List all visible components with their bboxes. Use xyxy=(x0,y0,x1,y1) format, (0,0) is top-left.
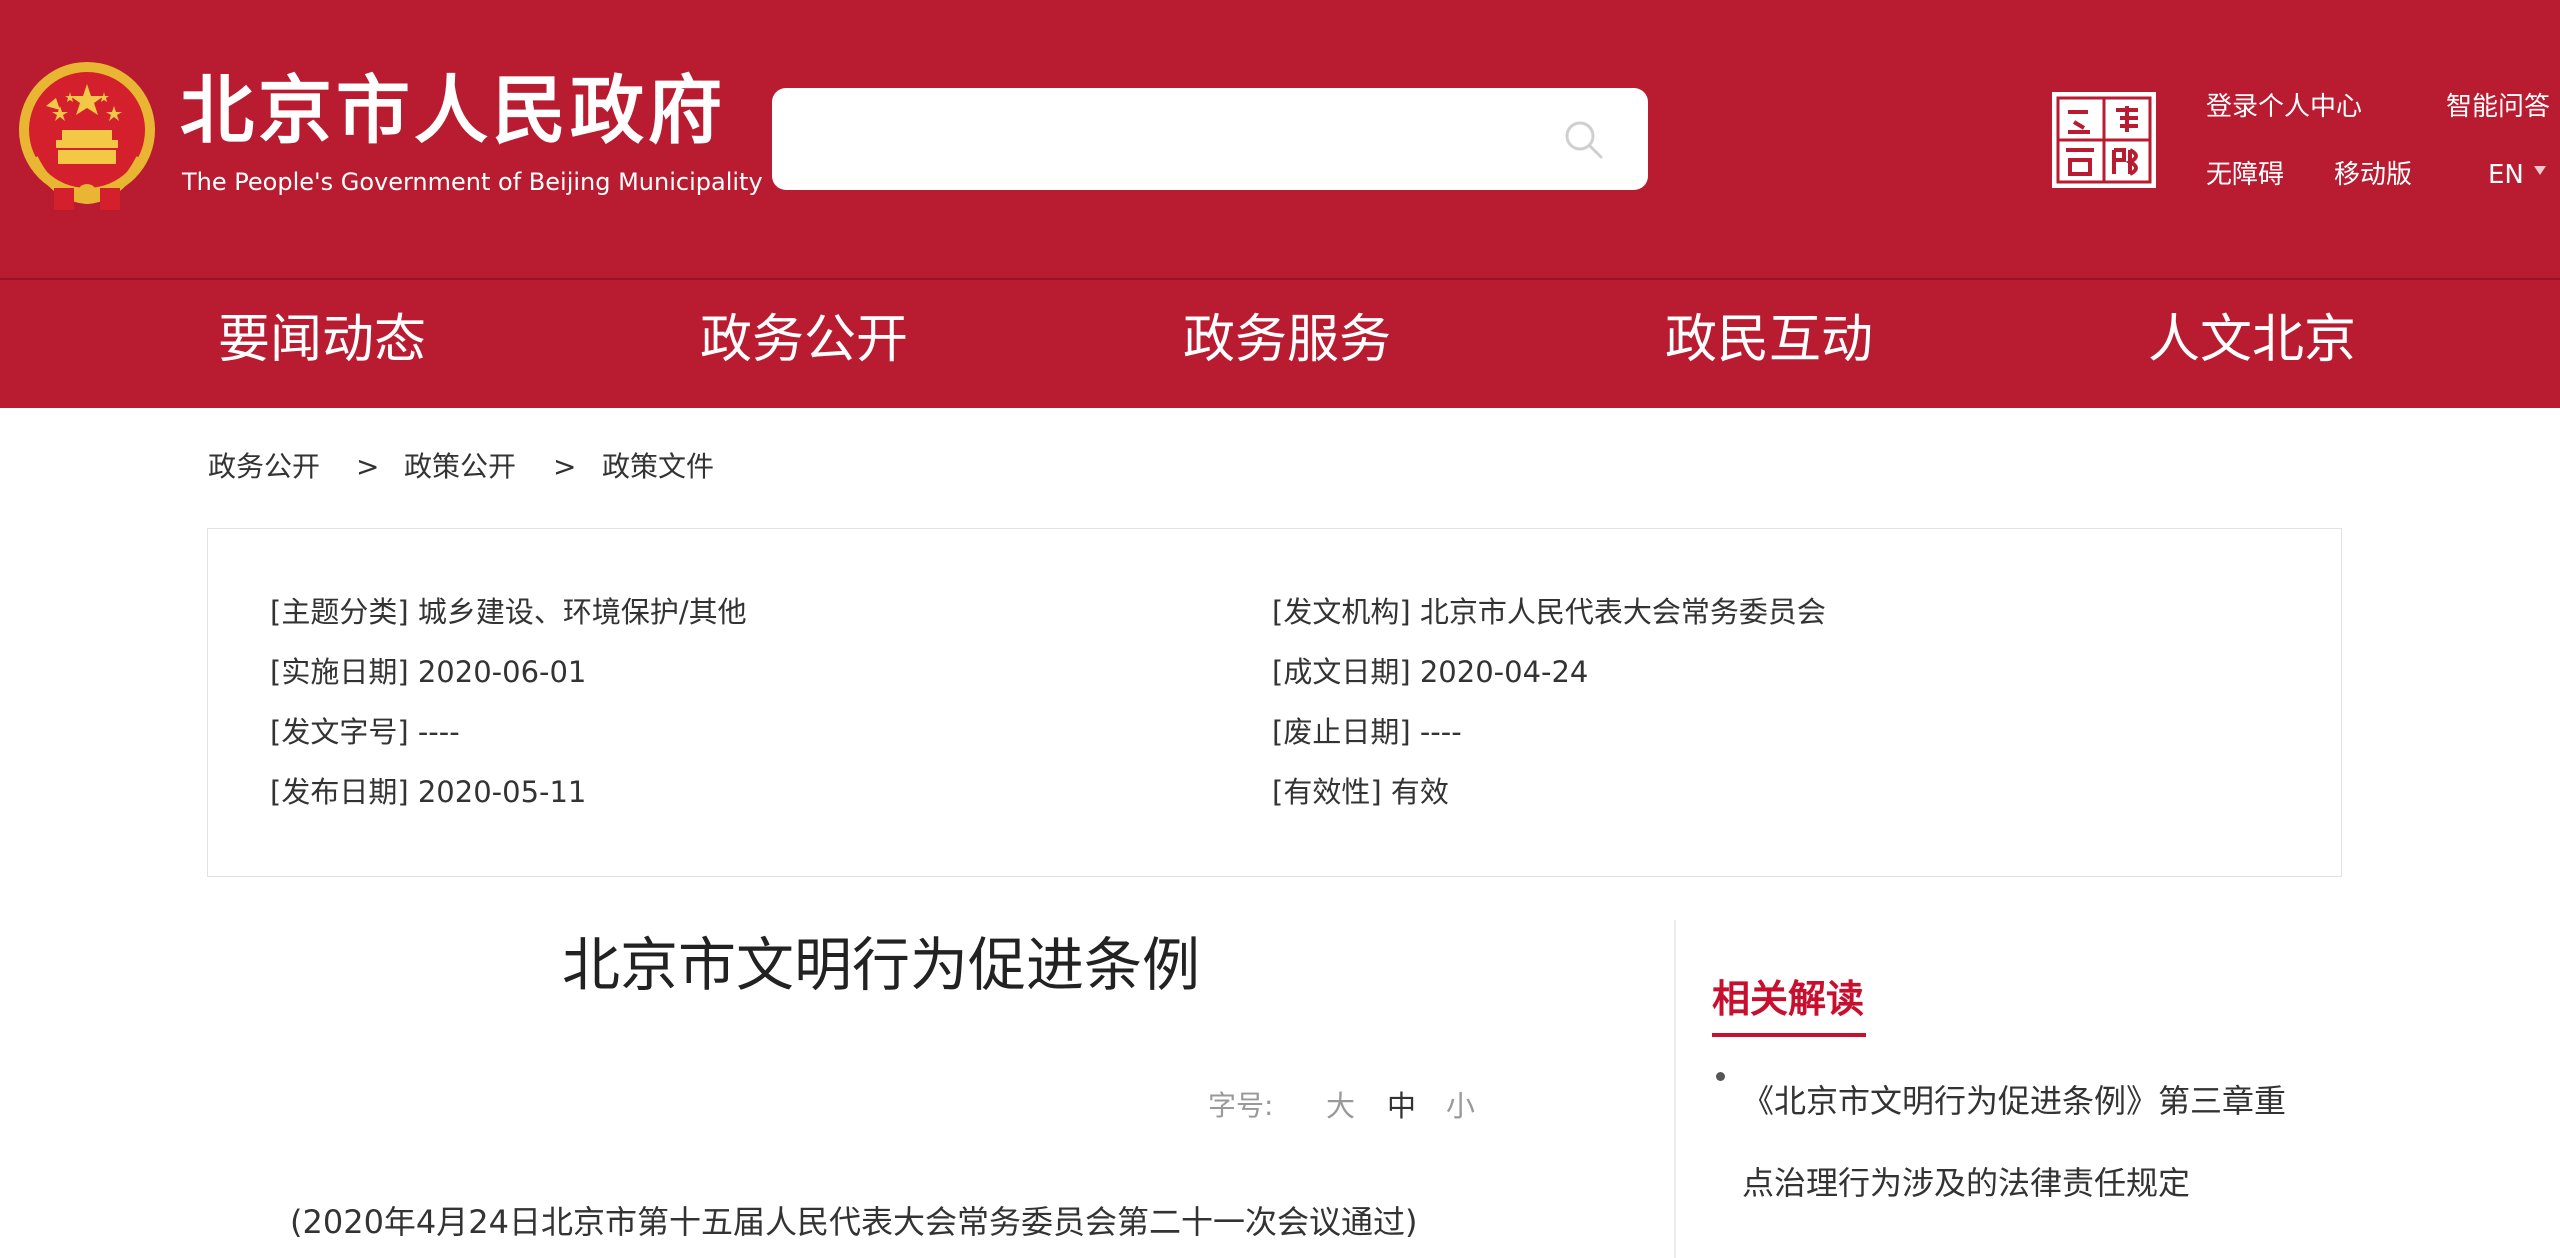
info-publish-date: [发布日期] 2020-05-11 xyxy=(270,775,587,809)
chevron-down-icon[interactable] xyxy=(2534,166,2546,175)
font-size-large-button[interactable]: 大 xyxy=(1326,1092,1355,1121)
related-title-underline xyxy=(1712,1033,1866,1037)
national-emblem-icon[interactable] xyxy=(14,58,160,214)
font-size-label: 字号: xyxy=(1208,1089,1274,1122)
accessibility-link[interactable]: 无障碍 xyxy=(2206,162,2284,188)
font-size-medium-button[interactable]: 中 xyxy=(1387,1092,1416,1121)
site-subtitle[interactable]: The People's Government of Beijing Munic… xyxy=(182,170,763,194)
language-selector[interactable]: EN xyxy=(2488,162,2524,188)
column-divider xyxy=(1674,920,1676,1258)
related-link-line[interactable]: 点治理行为涉及的法律责任规定 xyxy=(1742,1142,2342,1224)
smart-qa-link[interactable]: 智能问答 xyxy=(2446,94,2550,120)
info-doc-number: [发文字号] ---- xyxy=(270,715,460,749)
breadcrumb-separator: > xyxy=(553,450,577,483)
info-validity: [有效性] 有效 xyxy=(1272,775,1449,809)
search-box[interactable] xyxy=(772,88,1648,190)
breadcrumb-item[interactable]: 政策文件 xyxy=(602,453,714,481)
article-note: (2020年4月24日北京市第十五届人民代表大会常务委员会第二十一次会议通过) xyxy=(290,1203,1418,1241)
info-topic: [主题分类] 城乡建设、环境保护/其他 xyxy=(270,595,747,629)
personal-center-link[interactable]: 登录个人中心 xyxy=(2206,94,2362,120)
info-repeal-date: [废止日期] ---- xyxy=(1272,715,1462,749)
info-effective-date: [实施日期] 2020-06-01 xyxy=(270,655,587,689)
related-link-line[interactable]: 《北京市文明行为促进条例》第三章重 xyxy=(1742,1060,2342,1142)
font-size-small-button[interactable]: 小 xyxy=(1446,1092,1475,1121)
breadcrumb-item[interactable]: 政策公开 xyxy=(404,453,516,481)
nav-item-gov-services[interactable]: 政务服务 xyxy=(1183,314,1391,366)
info-issuer: [发文机构] 北京市人民代表大会常务委员会 xyxy=(1272,595,1826,629)
nav-item-culture[interactable]: 人文北京 xyxy=(2148,314,2356,366)
site-title[interactable]: 北京市人民政府 xyxy=(180,74,726,148)
nav-item-gov-affairs[interactable]: 政务公开 xyxy=(700,314,908,366)
breadcrumb-item[interactable]: 政务公开 xyxy=(208,453,320,481)
related-title: 相关解读 xyxy=(1712,977,1865,1021)
breadcrumb-separator: > xyxy=(356,450,380,483)
nav-item-interaction[interactable]: 政民互动 xyxy=(1665,314,1873,366)
related-link[interactable]: 《北京市文明行为促进条例》第三章重 点治理行为涉及的法律责任规定 xyxy=(1742,1060,2342,1224)
article-title: 北京市文明行为促进条例 xyxy=(562,931,1201,999)
search-icon[interactable] xyxy=(1562,118,1606,162)
bullet-icon xyxy=(1716,1072,1725,1081)
search-input[interactable] xyxy=(792,102,1536,178)
document-info-box xyxy=(207,528,2342,877)
mobile-version-link[interactable]: 移动版 xyxy=(2334,162,2412,188)
info-written-date: [成文日期] 2020-04-24 xyxy=(1272,655,1589,689)
nav-item-news[interactable]: 要闻动态 xyxy=(218,314,426,366)
capital-window-seal-icon[interactable] xyxy=(2044,88,2164,210)
